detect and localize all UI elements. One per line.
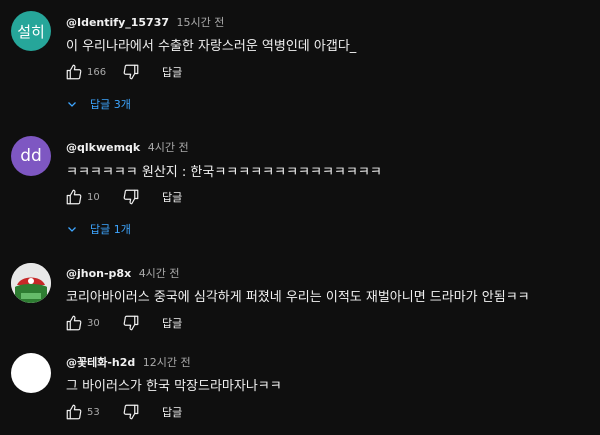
comment-actions: 166 답글 [64,62,182,82]
thumbs-down-icon[interactable] [121,62,141,82]
comment-header: @꽃테화-h2d 12시간 전 [66,354,191,370]
replies-label: 답글 1개 [90,223,131,236]
thumbs-down-icon[interactable] [121,402,141,422]
reply-button[interactable]: 답글 [162,64,182,80]
avatar[interactable] [11,353,51,393]
avatar[interactable]: dd [11,136,51,176]
view-replies-button[interactable]: 답글 3개 [66,96,131,112]
timestamp[interactable]: 12시간 전 [143,356,191,369]
comment-header: @jhon-p8x 4시간 전 [66,265,180,281]
comment-text: ㅋㅋㅋㅋㅋㅋ 원산지 : 한국ㅋㅋㅋㅋㅋㅋㅋㅋㅋㅋㅋㅋㅋㅋ [66,165,382,180]
comment-text: 그 바이러스가 한국 막장드라마자나ㅋㅋ [66,379,282,394]
comment-thread: 설히 @Identify_15737 15시간 전 이 우리나라에서 수출한 자… [0,0,600,120]
comment-text: 코리아바이러스 중국에 심각하게 퍼졌네 우리는 이적도 재벌아니면 드라마가 … [66,290,530,305]
chevron-down-icon [66,223,78,235]
view-replies-button[interactable]: 답글 1개 [66,221,131,237]
timestamp[interactable]: 4시간 전 [139,267,180,280]
comment-actions: 10 답글 [64,187,182,207]
author-handle[interactable]: @꽃테화-h2d [66,356,135,369]
replies-label: 답글 3개 [90,98,131,111]
thumbs-up-icon[interactable] [64,62,84,82]
comment-actions: 30 답글 [64,313,182,333]
avatar-image [11,263,51,303]
timestamp[interactable]: 4시간 전 [148,141,189,154]
timestamp[interactable]: 15시간 전 [177,16,225,29]
like-count: 30 [87,317,100,329]
author-handle[interactable]: @Identify_15737 [66,16,169,29]
avatar-initials: dd [20,146,42,166]
author-handle[interactable]: @qlkwemqk [66,141,140,154]
avatar[interactable] [11,263,51,303]
reply-button[interactable]: 답글 [162,315,182,331]
thumbs-down-icon[interactable] [121,187,141,207]
comment-header: @qlkwemqk 4시간 전 [66,139,189,155]
comment-thread: @꽃테화-h2d 12시간 전 그 바이러스가 한국 막장드라마자나ㅋㅋ 53 … [0,345,600,435]
author-handle[interactable]: @jhon-p8x [66,267,131,280]
comment-header: @Identify_15737 15시간 전 [66,14,224,30]
thumbs-down-icon[interactable] [121,313,141,333]
like-count: 53 [87,406,100,418]
avatar-initials: 설히 [17,22,45,41]
like-count: 166 [87,66,107,78]
comment-text: 이 우리나라에서 수출한 자랑스러운 역병인데 아갭다_ [66,39,357,54]
thumbs-up-icon[interactable] [64,402,84,422]
comment-thread: dd @qlkwemqk 4시간 전 ㅋㅋㅋㅋㅋㅋ 원산지 : 한국ㅋㅋㅋㅋㅋㅋ… [0,127,600,245]
comment-thread: @jhon-p8x 4시간 전 코리아바이러스 중국에 심각하게 퍼졌네 우리는… [0,255,600,340]
reply-button[interactable]: 답글 [162,404,182,420]
reply-button[interactable]: 답글 [162,189,182,205]
like-count: 10 [87,191,100,203]
thumbs-up-icon[interactable] [64,187,84,207]
thumbs-up-icon[interactable] [64,313,84,333]
avatar[interactable]: 설히 [11,11,51,51]
chevron-down-icon [66,98,78,110]
comment-actions: 53 답글 [64,402,182,422]
